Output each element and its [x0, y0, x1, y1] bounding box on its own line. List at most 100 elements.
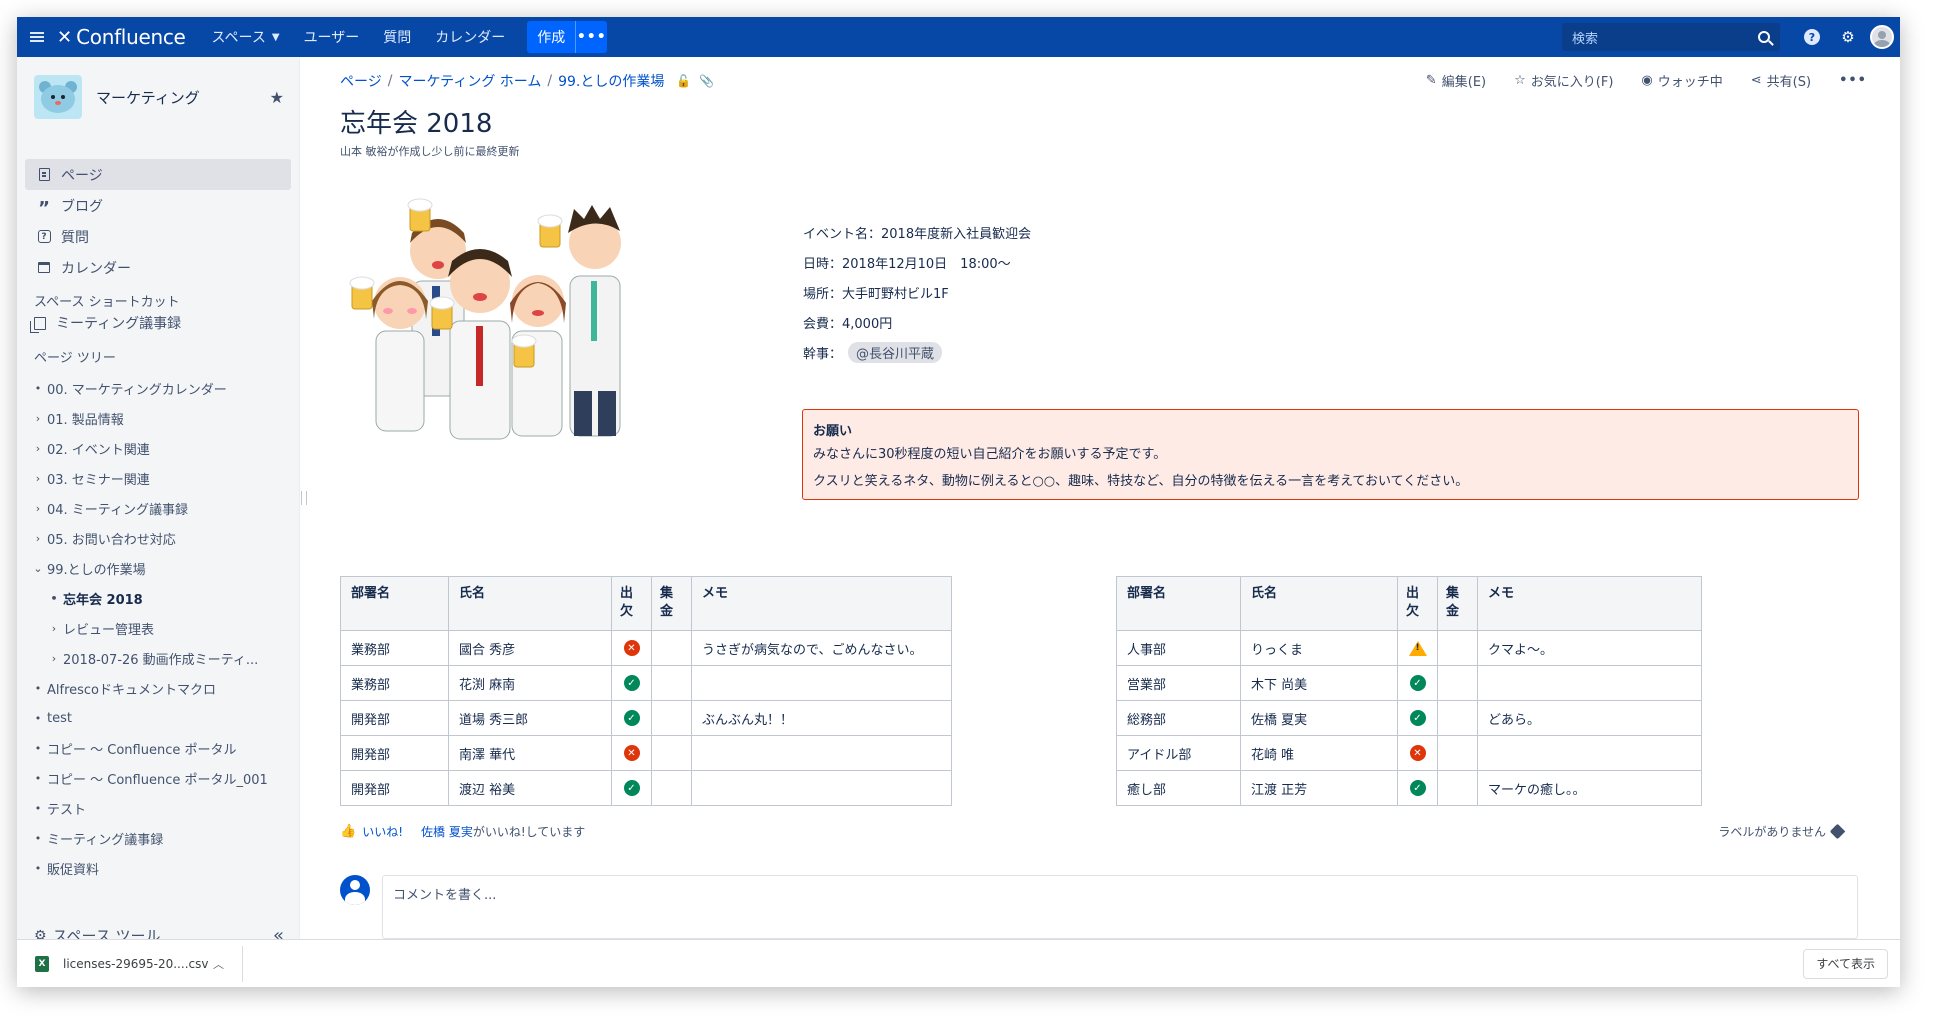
bullet-icon: •: [34, 381, 42, 395]
nav-spaces-label: スペース: [211, 30, 266, 46]
tree-item-label: 03. セミナー関連: [47, 472, 150, 488]
tree-item[interactable]: › 01. 製品情報: [31, 403, 293, 433]
help-button[interactable]: ?: [1794, 29, 1830, 45]
nav-questions[interactable]: 質問: [371, 17, 423, 57]
table-row: 開発部 渡辺 裕美 ✓: [340, 770, 952, 806]
search-icon: [1758, 31, 1770, 43]
tree-item[interactable]: › レビュー管理表: [31, 613, 293, 643]
tree-item-label: 2018-07-26 動画作成ミーティ...: [63, 652, 259, 668]
app-switcher-button[interactable]: [17, 17, 57, 57]
tree-item[interactable]: • コピー ～ Confluence ポータル: [31, 733, 293, 763]
chevron-right-icon[interactable]: ›: [31, 442, 45, 455]
tree-item[interactable]: › 03. セミナー関連: [31, 463, 293, 493]
check-status-icon: ✓: [1409, 675, 1426, 691]
tree-item[interactable]: › 2018-07-26 動画作成ミーティ...: [31, 643, 293, 673]
cell-name: 花渕 麻南: [448, 665, 612, 701]
organizer-label: 幹事：: [803, 346, 843, 362]
tree-item-current[interactable]: • 忘年会 2018: [31, 583, 293, 613]
excel-file-icon: X: [35, 955, 49, 972]
chevron-right-icon[interactable]: ›: [31, 502, 45, 515]
tree-item-label: 02. イベント関連: [47, 442, 150, 458]
bear-face: [41, 85, 75, 113]
share-button[interactable]: ⋖ 共有(S): [1751, 71, 1811, 90]
comment-input[interactable]: コメントを書く...: [382, 875, 1858, 939]
chevron-down-icon[interactable]: ⌄: [31, 562, 45, 575]
tree-item[interactable]: • 00. マーケティングカレンダー: [31, 373, 293, 403]
star-icon[interactable]: ★: [270, 88, 284, 107]
event-fee: 会費：4,000円: [803, 316, 893, 332]
cross-status-icon: ✕: [1409, 745, 1426, 761]
tree-item[interactable]: ⌄ 99.としの作業場: [31, 553, 293, 583]
tree-item[interactable]: › 02. イベント関連: [31, 433, 293, 463]
unlock-icon[interactable]: 🔓: [676, 74, 691, 88]
liker-link[interactable]: 佐橋 夏実: [421, 823, 473, 840]
tree-item[interactable]: • test: [31, 703, 293, 733]
tree-item[interactable]: › 05. お問い合わせ対応: [31, 523, 293, 553]
tree-item[interactable]: › 04. ミーティング議事録: [31, 493, 293, 523]
download-item[interactable]: X licenses-29695-20....csv ︿: [17, 945, 243, 982]
space-name: マーケティング: [96, 88, 200, 107]
sidebar-item-label: 質問: [61, 229, 89, 246]
tree-item[interactable]: • Alfrescoドキュメントマクロ: [31, 673, 293, 703]
favorite-button[interactable]: ☆ お気に入り(F): [1514, 71, 1613, 90]
chevron-right-icon[interactable]: ›: [47, 622, 61, 635]
user-avatar[interactable]: [1870, 25, 1894, 49]
create-more-button[interactable]: •••: [575, 21, 608, 53]
beer-mug: [511, 334, 537, 368]
chevron-right-icon[interactable]: ›: [31, 472, 45, 485]
nav-people[interactable]: ユーザー: [292, 17, 372, 57]
create-button[interactable]: 作成: [527, 21, 576, 53]
breadcrumb-pages[interactable]: ページ: [340, 71, 382, 91]
like-button[interactable]: いいね!: [362, 823, 403, 840]
sidebar-item-questions[interactable]: ? 質問: [25, 221, 291, 252]
space-header[interactable]: マーケティング ★: [34, 75, 284, 119]
more-actions-button[interactable]: •••: [1839, 73, 1867, 88]
attachment-icon[interactable]: 📎: [699, 74, 714, 88]
chevron-up-icon[interactable]: ︿: [213, 956, 224, 972]
tree-item[interactable]: • テスト: [31, 793, 293, 823]
labels-area[interactable]: ラベルがありません: [1718, 823, 1846, 840]
search-input[interactable]: 検索: [1562, 23, 1780, 51]
chevron-right-icon[interactable]: ›: [47, 652, 61, 665]
cell-dept: アイドル部: [1116, 735, 1241, 771]
nav-spaces[interactable]: スペース ▼: [200, 17, 292, 57]
tree-item-label: 01. 製品情報: [47, 412, 124, 428]
watch-button[interactable]: ◉ ウォッチ中: [1641, 71, 1722, 90]
breadcrumb-parent[interactable]: 99.としの作業場: [558, 71, 664, 91]
search-placeholder: 検索: [1572, 31, 1599, 47]
shortcut-meeting-notes[interactable]: ミーティング議事録: [30, 313, 181, 333]
sidebar-item-blog[interactable]: ” ブログ: [25, 190, 291, 221]
page-icon: [37, 168, 51, 182]
page-tree: • 00. マーケティングカレンダー › 01. 製品情報 › 02. イベント関連 …: [31, 373, 293, 883]
help-icon: ?: [1804, 29, 1820, 45]
event-name: イベント名：2018年度新入社員歓迎会: [803, 226, 1032, 242]
sidebar-resize-handle[interactable]: [301, 491, 307, 505]
thumbs-up-icon[interactable]: 👍: [340, 824, 356, 839]
edit-button[interactable]: ✎ 編集(E): [1426, 71, 1486, 90]
sidebar-item-calendars[interactable]: カレンダー: [25, 252, 291, 283]
settings-button[interactable]: ⚙: [1830, 28, 1866, 46]
confluence-logo[interactable]: ✕ Confluence: [57, 25, 186, 49]
cell-name: 南澤 華代: [448, 735, 612, 771]
nav-calendars[interactable]: カレンダー: [423, 17, 517, 57]
cell-paid: [651, 700, 692, 736]
note-text: クスリと笑えるネタ、動物に例えると○○、趣味、特技など、自分の特徴を伝える一言を…: [813, 474, 1469, 489]
tree-item[interactable]: • コピー ～ Confluence ポータル_001: [31, 763, 293, 793]
chevron-right-icon[interactable]: ›: [31, 532, 45, 545]
user-mention[interactable]: @長谷川平蔵: [848, 341, 943, 363]
tree-item[interactable]: • 販促資料: [31, 853, 293, 883]
show-all-downloads-button[interactable]: すべて表示: [1803, 948, 1888, 979]
cell-memo: [691, 770, 952, 806]
cross-status-icon: ✕: [623, 745, 640, 761]
beer-mug: [349, 276, 375, 310]
sidebar-item-pages[interactable]: ページ: [25, 159, 291, 190]
tree-item[interactable]: • ミーティング議事録: [31, 823, 293, 853]
confluence-logo-icon: ✕: [57, 26, 73, 48]
tree-item-label: Alfrescoドキュメントマクロ: [47, 682, 217, 698]
column-header-attend: 出欠: [611, 576, 652, 631]
breadcrumb-space-home[interactable]: マーケティング ホーム: [398, 71, 541, 91]
cell-name: 渡辺 裕美: [448, 770, 612, 806]
tree-item-label: レビュー管理表: [63, 622, 155, 638]
cell-paid: [651, 770, 692, 806]
chevron-right-icon[interactable]: ›: [31, 412, 45, 425]
